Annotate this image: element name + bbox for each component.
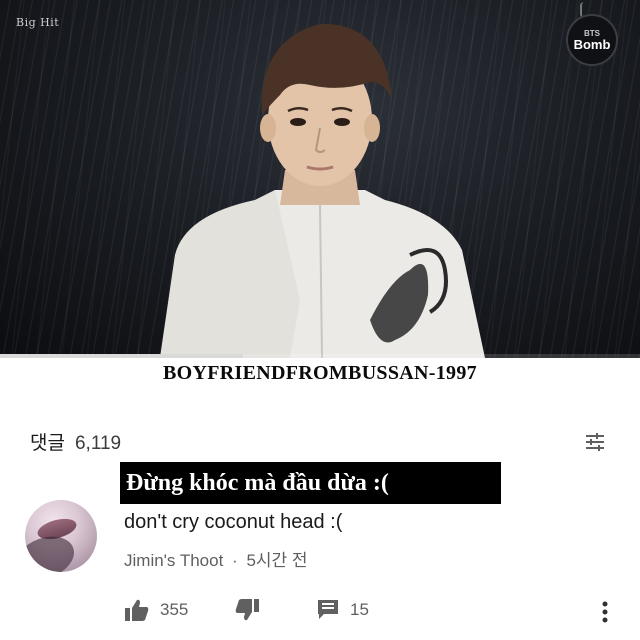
dislike-button[interactable] xyxy=(234,598,260,622)
video-player[interactable]: Big Hit BTS Bomb xyxy=(0,0,640,358)
avatar[interactable] xyxy=(25,500,97,572)
reply-count: 15 xyxy=(350,600,369,619)
translation-overlay: Đừng khóc mà đầu dừa :( xyxy=(120,462,501,504)
reply-icon xyxy=(318,600,338,619)
comment-meta: Jimin's Thoot · 5시간 전 xyxy=(124,546,308,571)
bts-bomb-badge: BTS Bomb xyxy=(566,14,618,66)
sort-icon[interactable] xyxy=(584,432,606,452)
thumbs-down-icon xyxy=(235,599,259,621)
like-count: 355 xyxy=(160,600,189,619)
comments-count: 6,119 xyxy=(74,433,122,454)
person-image xyxy=(160,23,485,358)
avatar-shadow xyxy=(25,528,81,572)
meme-caption: BOYFRIENDFROMBUSSAN-1997 xyxy=(163,362,477,384)
comments-label: 댓글 xyxy=(30,433,65,454)
meta-separator: · xyxy=(232,551,238,570)
comments-header: 댓글 6,119 xyxy=(30,428,121,455)
comment-text: don't cry coconut head :( xyxy=(124,511,343,533)
badge-bottom-text: Bomb xyxy=(573,36,611,52)
comment-time: 5시간 전 xyxy=(246,551,308,570)
like-button[interactable]: 355 xyxy=(124,598,188,622)
more-vertical-icon[interactable] xyxy=(598,600,612,624)
thumbs-up-icon xyxy=(125,599,149,621)
comment-author[interactable]: Jimin's Thoot xyxy=(124,551,223,570)
video-progress-bar[interactable] xyxy=(0,354,640,358)
video-progress-fill xyxy=(0,354,244,358)
reply-button[interactable]: 15 xyxy=(316,598,369,622)
bighit-logo: Big Hit xyxy=(16,16,60,29)
